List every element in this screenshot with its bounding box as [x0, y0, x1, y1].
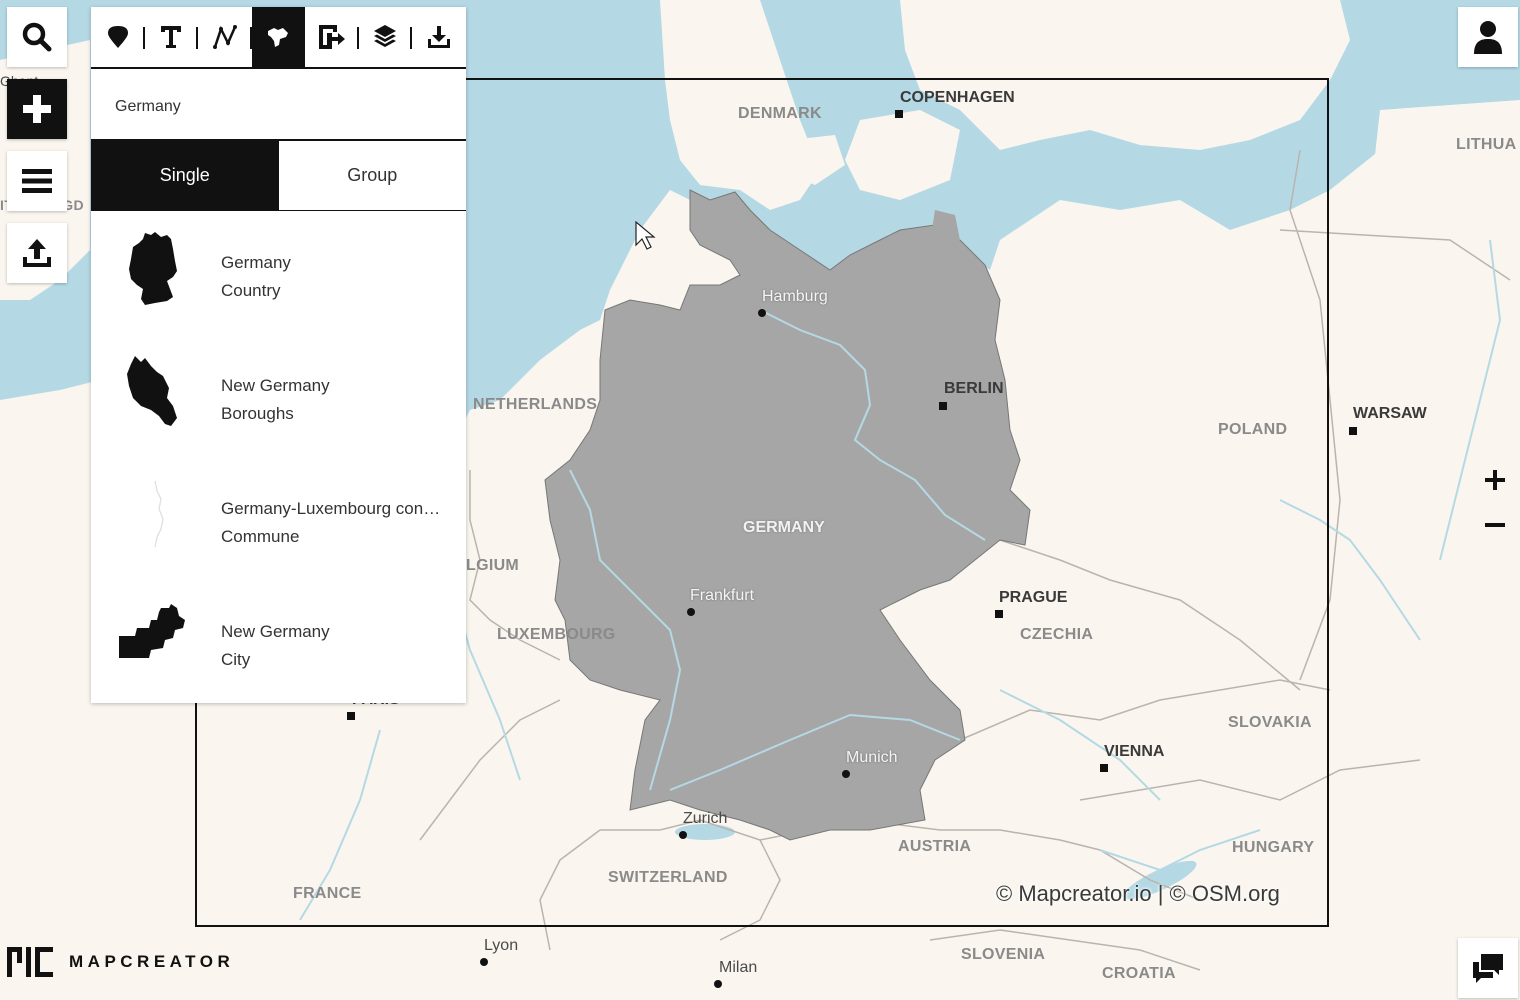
label-austria: AUSTRIA [898, 838, 972, 855]
city-outline-icon [119, 604, 185, 658]
result-item-germany-luxembourg-commune[interactable]: Germany-Luxembourg condominium Commune [91, 457, 466, 580]
label-lyon: Lyon [484, 937, 519, 954]
label-france: FRANCE [293, 885, 362, 902]
search-input[interactable] [115, 95, 445, 119]
mode-toggle: Single Group [91, 141, 466, 211]
label-poland: POLAND [1218, 421, 1288, 438]
label-vienna: VIENNA [1104, 743, 1165, 760]
label-germany: GERMANY [743, 519, 825, 536]
label-luxembourg: LUXEMBOURG [497, 626, 616, 643]
chat-icon [1473, 954, 1503, 983]
label-zurich: Zurich [683, 810, 728, 827]
mode-group-button[interactable]: Group [278, 141, 466, 210]
result-title: New Germany [221, 376, 330, 395]
boroughs-outline-icon [127, 356, 177, 426]
result-item-new-germany-boroughs[interactable]: New Germany Boroughs [91, 334, 466, 457]
result-item-new-germany-city[interactable]: New Germany City [91, 580, 466, 703]
marker-icon [107, 26, 128, 48]
label-prague: PRAGUE [999, 589, 1068, 606]
add-button[interactable] [7, 79, 67, 139]
tool-area[interactable] [251, 7, 305, 67]
map-attribution: © Mapcreator.io | © OSM.org [996, 881, 1280, 906]
mapcreator-logo-icon [7, 947, 53, 977]
label-frankfurt: Frankfurt [690, 587, 755, 604]
tool-download[interactable] [412, 7, 466, 67]
label-hungary: HUNGARY [1232, 839, 1315, 856]
label-netherlands: NETHERLANDS [473, 396, 598, 413]
label-milan: Milan [719, 959, 758, 976]
mapcreator-logo: MAPCREATOR [7, 947, 234, 977]
result-subtitle: Commune [221, 527, 300, 546]
zoom-minus-icon [1485, 523, 1505, 527]
label-switzerland: SWITZERLAND [608, 869, 728, 886]
label-denmark: DENMARK [738, 105, 822, 122]
label-slovakia: SLOVAKIA [1228, 714, 1312, 731]
shape-search-panel: Single Group Germany Country New Germany… [91, 7, 466, 703]
tool-import-shape[interactable] [305, 7, 359, 67]
menu-button[interactable] [7, 151, 67, 211]
tool-marker[interactable] [91, 7, 145, 67]
tool-text[interactable] [145, 7, 198, 67]
result-title: Germany-Luxembourg condominium [221, 499, 441, 518]
search-icon [22, 22, 52, 52]
upload-button[interactable] [7, 223, 67, 283]
search-row [91, 69, 466, 141]
label-czechia: CZECHIA [1020, 626, 1094, 643]
download-icon [427, 26, 450, 48]
label-hamburg: Hamburg [762, 288, 828, 305]
toolbar [91, 7, 466, 69]
commune-outline-icon [154, 480, 164, 548]
label-munich: Munich [846, 749, 898, 766]
user-icon [1474, 21, 1502, 54]
result-subtitle: City [221, 650, 251, 669]
result-title: Germany [221, 253, 291, 272]
germany-outline-icon [129, 232, 177, 305]
label-berlin: BERLIN [944, 380, 1004, 397]
label-croatia: CROATIA [1102, 965, 1176, 982]
upload-icon [23, 239, 51, 267]
hamburger-icon [22, 169, 52, 193]
result-subtitle: Boroughs [221, 404, 294, 423]
label-copenhagen: COPENHAGEN [900, 89, 1015, 106]
result-subtitle: Country [221, 281, 281, 300]
tool-polyline[interactable] [198, 7, 252, 67]
mode-single-button[interactable]: Single [91, 141, 279, 210]
area-icon [268, 28, 289, 47]
label-slovenia: SLOVENIA [961, 946, 1046, 963]
tool-layers[interactable] [359, 7, 412, 67]
zoom-in-button[interactable] [1482, 467, 1508, 493]
logo-text: MAPCREATOR [69, 952, 235, 971]
zoom-out-button[interactable] [1482, 512, 1508, 538]
label-lithuania: LITHUA [1456, 136, 1517, 153]
result-item-germany-country[interactable]: Germany Country [91, 211, 466, 334]
label-belgium: LGIUM [466, 557, 520, 574]
result-title: New Germany [221, 622, 330, 641]
polyline-icon [212, 25, 237, 49]
import-shape-icon [318, 25, 345, 49]
chat-button[interactable] [1458, 938, 1518, 998]
search-button[interactable] [7, 7, 67, 67]
zoom-plus-icon [1485, 470, 1505, 490]
plus-icon [23, 95, 51, 123]
text-icon [161, 26, 182, 48]
user-account-button[interactable] [1458, 7, 1518, 67]
layers-icon [374, 25, 397, 47]
label-warsaw: WARSAW [1353, 405, 1427, 422]
